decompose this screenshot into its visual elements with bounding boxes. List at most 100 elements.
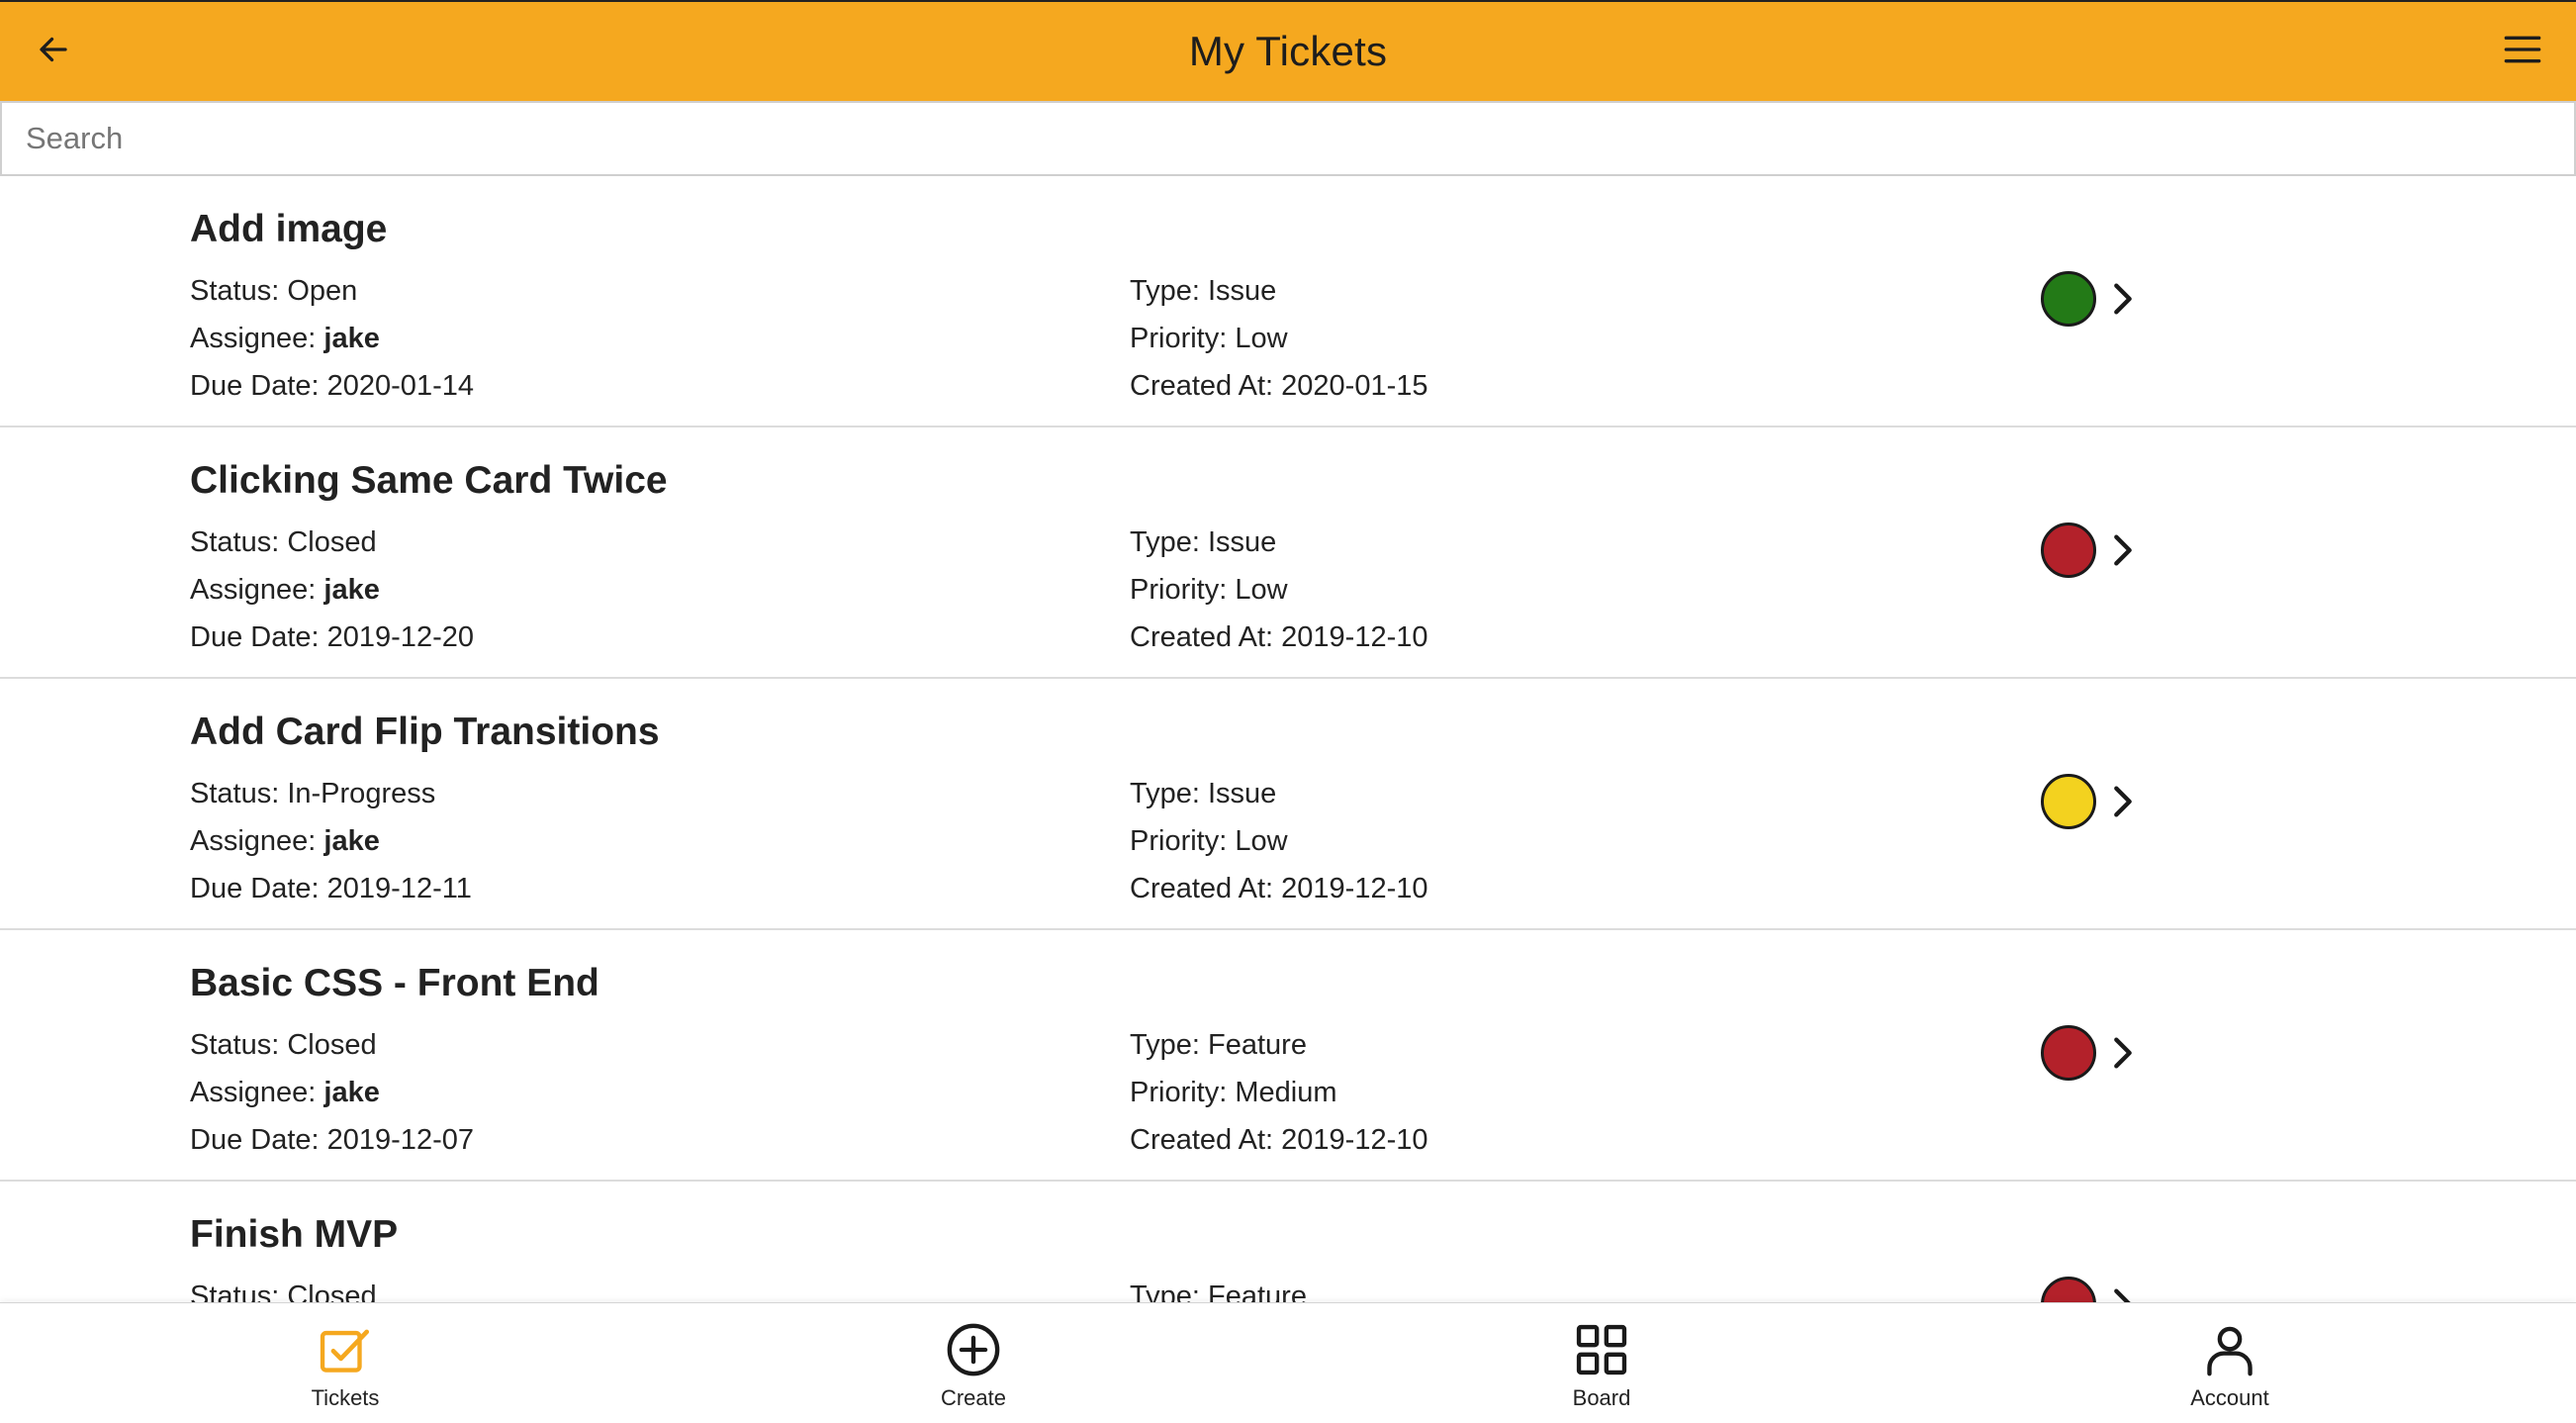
priority-label: Priority: (1130, 825, 1228, 857)
tab-board[interactable]: Board (1493, 1303, 1710, 1423)
due-date-value: 2019-12-07 (326, 1124, 474, 1156)
ticket-title: Add image (190, 208, 388, 250)
created-at-label: Created At: (1130, 1124, 1274, 1156)
type-value: Feature (1208, 1281, 1307, 1302)
ticket-title: Basic CSS - Front End (190, 962, 599, 1004)
ticket-due-date: Due Date: 2019-12-20 (190, 614, 474, 661)
due-date-value: 2019-12-11 (326, 873, 472, 904)
ticket-card[interactable]: Basic CSS - Front End Status: Closed Ass… (0, 930, 2576, 1182)
status-label: Status: (190, 1029, 280, 1061)
due-date-label: Due Date: (190, 621, 320, 653)
ticket-right-column: Type: Issue Priority: Low Created At: 20… (1130, 519, 1428, 661)
tab-tickets[interactable]: Tickets (236, 1303, 454, 1423)
type-label: Type: (1130, 275, 1200, 307)
ticket-left-column: Status: Closed Assignee: jake Due Date: … (190, 1021, 474, 1164)
status-indicator-dot (2041, 271, 2096, 327)
ticket-type: Type: Issue (1130, 267, 1428, 315)
priority-value: Low (1235, 825, 1288, 857)
ticket-created-at: Created At: 2019-12-10 (1130, 1116, 1428, 1164)
created-at-value: 2020-01-15 (1281, 370, 1428, 402)
ticket-priority: Priority: Low (1130, 566, 1428, 614)
assignee-value: jake (323, 1077, 380, 1108)
search-bar (0, 101, 2576, 176)
type-label: Type: (1130, 1029, 1200, 1061)
ticket-status: Status: Open (190, 267, 474, 315)
created-at-value: 2019-12-10 (1281, 621, 1428, 653)
ticket-due-date: Due Date: 2019-12-11 (190, 865, 472, 912)
ticket-title: Clicking Same Card Twice (190, 459, 668, 502)
status-value: In-Progress (287, 778, 436, 809)
chevron-right-icon (2114, 1037, 2132, 1069)
person-icon (2200, 1320, 2259, 1379)
grid-icon (1572, 1320, 1631, 1379)
ticket-assignee: Assignee: jake (190, 315, 474, 362)
type-label: Type: (1130, 778, 1200, 809)
chevron-right-icon (2114, 786, 2132, 817)
ticket-title: Finish MVP (190, 1213, 399, 1256)
due-date-label: Due Date: (190, 370, 320, 402)
chevron-right-icon (2114, 283, 2132, 315)
ticket-assignee: Assignee: jake (190, 1069, 474, 1116)
ticket-type: Type: Issue (1130, 519, 1428, 566)
ticket-card[interactable]: Add Card Flip Transitions Status: In-Pro… (0, 679, 2576, 930)
priority-value: Low (1235, 323, 1288, 354)
ticket-left-column: Status: Open Assignee: jake Due Date: 20… (190, 267, 474, 410)
created-at-label: Created At: (1130, 621, 1274, 653)
tab-account[interactable]: Account (2121, 1303, 2339, 1423)
status-value: Closed (287, 1281, 377, 1302)
ticket-left-column: Status: Closed Assignee: jake Due Date: … (190, 519, 474, 661)
checkbox-icon (316, 1320, 375, 1379)
ticket-left-column: Status: Closed (190, 1273, 377, 1302)
status-indicator-dot (2041, 1025, 2096, 1081)
ticket-right-column: Type: Issue Priority: Low Created At: 20… (1130, 267, 1428, 410)
ticket-created-at: Created At: 2020-01-15 (1130, 362, 1428, 410)
type-label: Type: (1130, 526, 1200, 558)
ticket-right-column: Type: Feature Priority: Medium Created A… (1130, 1021, 1428, 1164)
tab-label: Board (1572, 1385, 1631, 1410)
ticket-type: Type: Feature (1130, 1021, 1428, 1069)
ticket-created-at: Created At: 2019-12-10 (1130, 865, 1428, 912)
plus-circle-icon (944, 1320, 1003, 1379)
chevron-right-icon (2114, 534, 2132, 566)
due-date-value: 2019-12-20 (326, 621, 474, 653)
assignee-value: jake (323, 574, 380, 606)
ticket-assignee: Assignee: jake (190, 817, 472, 865)
status-indicator-dot (2041, 522, 2096, 578)
ticket-status: Status: Closed (190, 1273, 377, 1302)
assignee-label: Assignee: (190, 323, 317, 354)
ticket-card[interactable]: Finish MVP Status: Closed Type: Feature (0, 1182, 2576, 1302)
status-indicator-dot (2041, 774, 2096, 829)
created-at-label: Created At: (1130, 873, 1274, 904)
tab-label: Account (2190, 1385, 2269, 1410)
ticket-right-column: Type: Issue Priority: Low Created At: 20… (1130, 770, 1428, 912)
status-value: Open (287, 275, 358, 307)
ticket-type: Type: Feature (1130, 1273, 1307, 1302)
status-label: Status: (190, 778, 280, 809)
tab-create[interactable]: Create (865, 1303, 1082, 1423)
due-date-label: Due Date: (190, 873, 320, 904)
ticket-assignee: Assignee: jake (190, 566, 474, 614)
ticket-list: Add image Status: Open Assignee: jake Du… (0, 176, 2576, 1302)
menu-button[interactable] (2497, 24, 2548, 75)
ticket-card[interactable]: Clicking Same Card Twice Status: Closed … (0, 427, 2576, 679)
chevron-right-icon (2114, 1288, 2131, 1302)
bottom-tab-bar: Tickets Create Board Account (0, 1302, 2576, 1423)
ticket-status: Status: Closed (190, 1021, 474, 1069)
priority-label: Priority: (1130, 323, 1228, 354)
created-at-value: 2019-12-10 (1281, 873, 1428, 904)
ticket-card[interactable]: Add image Status: Open Assignee: jake Du… (0, 176, 2576, 427)
ticket-due-date: Due Date: 2019-12-07 (190, 1116, 474, 1164)
status-label: Status: (190, 1281, 280, 1302)
search-input[interactable] (2, 103, 2574, 174)
app-header: My Tickets (0, 0, 2576, 101)
created-at-label: Created At: (1130, 370, 1274, 402)
status-label: Status: (190, 526, 280, 558)
due-date-value: 2020-01-14 (326, 370, 474, 402)
ticket-status: Status: Closed (190, 519, 474, 566)
priority-value: Medium (1235, 1077, 1337, 1108)
ticket-status: Status: In-Progress (190, 770, 472, 817)
type-value: Issue (1208, 275, 1277, 307)
type-value: Feature (1208, 1029, 1307, 1061)
assignee-label: Assignee: (190, 825, 317, 857)
back-button[interactable] (28, 24, 79, 75)
